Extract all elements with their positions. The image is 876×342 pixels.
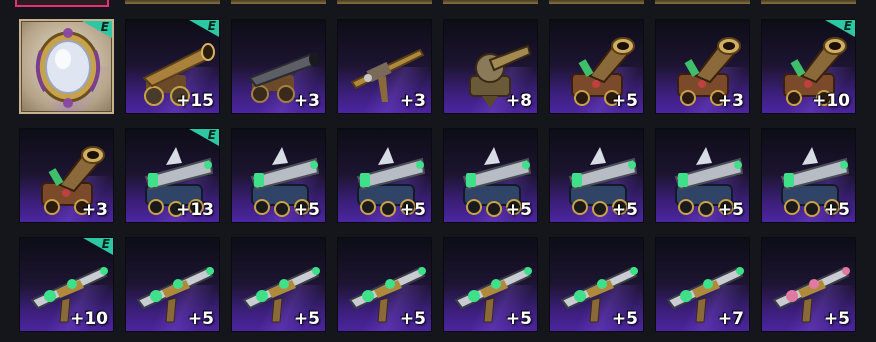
inventory-slot[interactable]: +3 [337, 19, 432, 114]
item-quantity: +5 [505, 309, 532, 329]
item-quantity: +5 [399, 200, 426, 220]
item-quantity: +3 [81, 200, 108, 220]
previous-row-slot-edge[interactable] [549, 0, 644, 4]
item-quantity: +10 [812, 91, 850, 111]
inventory-slot[interactable]: E +10 [19, 237, 114, 332]
inventory-slot[interactable]: +5 [549, 128, 644, 223]
inventory-slot[interactable]: +5 [231, 237, 326, 332]
item-quantity: +3 [717, 91, 744, 111]
inventory-slot[interactable]: +5 [761, 237, 856, 332]
inventory-slot[interactable]: +5 [761, 128, 856, 223]
inventory-slot[interactable]: +3 [655, 19, 750, 114]
inventory-slot[interactable]: E [19, 19, 114, 114]
inventory-slot[interactable]: +7 [655, 237, 750, 332]
equipped-badge-label: E [843, 19, 852, 33]
item-quantity: +5 [611, 200, 638, 220]
item-quantity: +7 [717, 309, 744, 329]
inventory-slot[interactable]: +5 [549, 19, 644, 114]
item-quantity: +5 [505, 200, 532, 220]
inventory-slot[interactable]: +5 [337, 237, 432, 332]
inventory-slot[interactable]: +8 [443, 19, 538, 114]
inventory-slot[interactable]: +3 [19, 128, 114, 223]
equipped-badge-label: E [100, 20, 109, 34]
previous-row-slot-edge[interactable] [231, 0, 326, 4]
item-quantity: +5 [823, 200, 850, 220]
previous-row-slot-edge[interactable] [655, 0, 750, 4]
inventory-slot[interactable]: +5 [125, 237, 220, 332]
inventory-slot[interactable]: +3 [231, 19, 326, 114]
item-quantity: +5 [399, 309, 426, 329]
inventory-slot[interactable]: +5 [443, 128, 538, 223]
equipped-badge-label: E [207, 19, 216, 33]
previous-row-slot-edge[interactable] [761, 0, 856, 4]
item-quantity: +5 [823, 309, 850, 329]
ornate-mirror-item-icon [35, 28, 101, 108]
item-quantity: +5 [611, 309, 638, 329]
inventory-slot[interactable]: E +13 [125, 128, 220, 223]
inventory-slot[interactable]: +5 [231, 128, 326, 223]
item-quantity: +5 [717, 200, 744, 220]
inventory-slot[interactable]: +5 [549, 237, 644, 332]
item-quantity: +3 [399, 91, 426, 111]
item-quantity: +5 [187, 309, 214, 329]
item-quantity: +10 [70, 309, 108, 329]
item-quantity: +13 [176, 200, 214, 220]
item-quantity: +15 [176, 91, 214, 111]
inventory-slot[interactable]: +5 [337, 128, 432, 223]
equipped-badge-label: E [101, 237, 110, 251]
previous-row-slot-edge[interactable] [125, 0, 220, 4]
inventory-slot[interactable]: E +15 [125, 19, 220, 114]
inventory-slot[interactable]: +5 [655, 128, 750, 223]
item-quantity: +5 [293, 309, 320, 329]
equipped-badge-label: E [207, 128, 216, 142]
inventory-slot[interactable]: E +10 [761, 19, 856, 114]
item-quantity: +5 [293, 200, 320, 220]
previous-row-slot-edge[interactable] [15, 0, 109, 7]
previous-row-slot-edge[interactable] [443, 0, 538, 4]
item-quantity: +3 [293, 91, 320, 111]
inventory-slot[interactable]: +5 [443, 237, 538, 332]
item-quantity: +8 [505, 91, 532, 111]
previous-row-slot-edge[interactable] [337, 0, 432, 4]
item-quantity: +5 [611, 91, 638, 111]
